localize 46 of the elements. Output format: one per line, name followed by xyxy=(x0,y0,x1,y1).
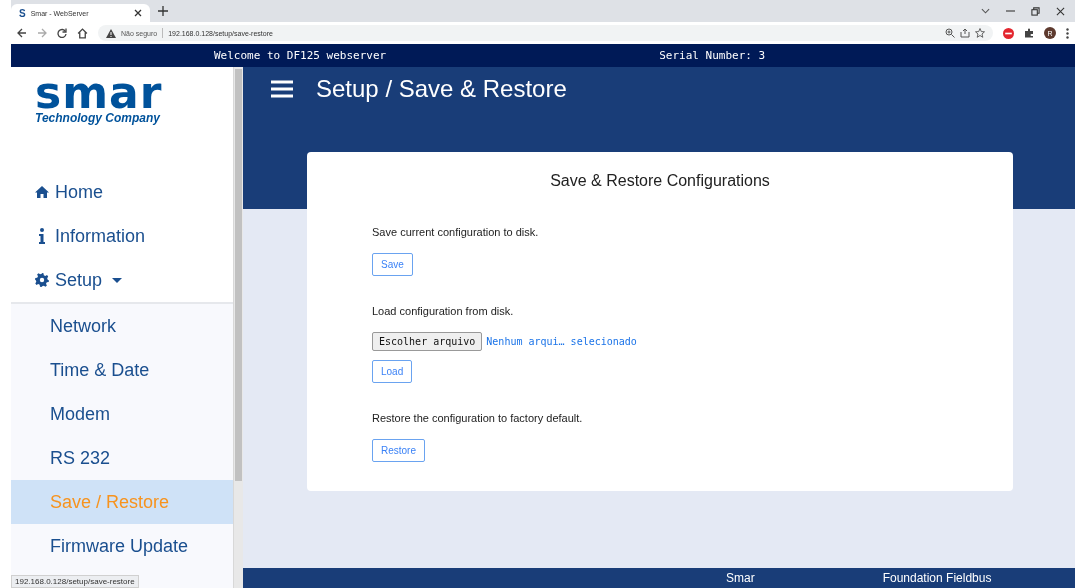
close-icon[interactable] xyxy=(1056,6,1065,16)
card-title: Save & Restore Configurations xyxy=(549,172,771,190)
restore-icon[interactable] xyxy=(1031,6,1040,16)
menu-icon[interactable] xyxy=(271,80,293,98)
zoom-icon[interactable] xyxy=(945,28,955,38)
home-icon[interactable] xyxy=(77,27,88,39)
logo-tagline: Technology Company xyxy=(35,111,160,125)
action-button[interactable]: Restore xyxy=(372,439,425,462)
nav-item[interactable]: Home xyxy=(11,170,233,214)
submenu-item[interactable]: Firmware Update xyxy=(11,524,233,568)
more-menu-icon[interactable] xyxy=(1066,27,1069,39)
submenu-item[interactable]: RS 232 xyxy=(11,436,233,480)
page-title: Setup / Save & Restore xyxy=(316,75,567,103)
instruction-text: Load configuration from disk. xyxy=(372,305,514,317)
share-icon[interactable] xyxy=(960,28,970,38)
choose-file-button[interactable]: Escolher arquivo xyxy=(372,332,483,351)
home-icon xyxy=(35,186,49,198)
submenu-item[interactable]: Time & Date xyxy=(11,348,233,392)
logo-wordmark[interactable]: smar xyxy=(35,75,163,111)
puzzle-icon[interactable] xyxy=(1024,28,1034,38)
footer-text: Foundation Fieldbus xyxy=(882,571,992,585)
close-icon[interactable] xyxy=(134,9,142,17)
nav-item[interactable]: Setup xyxy=(11,258,233,302)
scrollbar-thumb[interactable] xyxy=(235,69,242,481)
footer-text: Smar xyxy=(726,571,755,585)
status-url-tooltip: 192.168.0.128/setup/save-restore xyxy=(11,575,139,588)
tab-favicon: S xyxy=(19,7,26,19)
gear-icon xyxy=(35,273,49,287)
warning-icon xyxy=(106,28,116,38)
instruction-text: Save current configuration to disk. xyxy=(372,226,539,238)
action-button[interactable]: Save xyxy=(372,253,413,276)
new-tab-icon[interactable] xyxy=(158,6,168,16)
file-status-text: Nenhum arqui… selecionado xyxy=(486,336,637,347)
chevron-down-icon[interactable] xyxy=(981,8,990,14)
star-icon[interactable] xyxy=(975,28,985,38)
submenu-item[interactable]: Modem xyxy=(11,392,233,436)
welcome-text: Welcome to DF125 webserver xyxy=(214,49,387,62)
serial-number: Serial Number: 3 xyxy=(659,49,766,62)
submenu-item[interactable]: Network xyxy=(11,304,233,348)
stop-sign-icon[interactable] xyxy=(1003,27,1014,39)
reload-icon[interactable] xyxy=(57,28,67,38)
instruction-text: Restore the configuration to factory default. xyxy=(372,412,583,424)
back-arrow-icon[interactable] xyxy=(17,28,27,38)
caret-icon xyxy=(112,277,123,283)
action-button[interactable]: Load xyxy=(372,360,413,383)
nav-item[interactable]: Information xyxy=(11,214,233,258)
